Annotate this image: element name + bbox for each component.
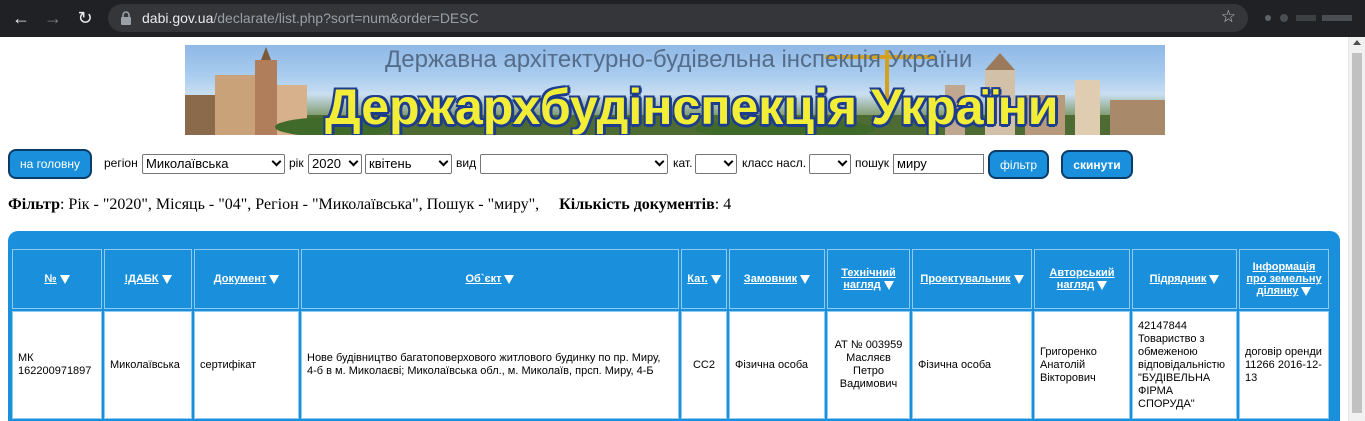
url-host: dabi.gov.ua (142, 10, 214, 26)
column-header-object[interactable]: Об`єкт (301, 249, 679, 309)
banner-subtitle: Державна архітектурно-будівельна інспекц… (385, 46, 973, 73)
header-banner: Державна архітектурно-будівельна інспекц… (185, 45, 1165, 135)
column-header-land-info[interactable]: Інформація про земельну ділянку (1239, 249, 1329, 309)
month-select-value: квітень (369, 156, 412, 171)
sort-arrow-icon[interactable] (800, 274, 811, 284)
region-label: регіон (104, 156, 138, 170)
cell-author-supervision: Григоренко Анатолій Вікторович (1034, 311, 1130, 419)
chevron-down-icon (654, 156, 665, 167)
filter-summary-label: Фільтр (8, 196, 60, 213)
forward-icon[interactable]: → (42, 7, 64, 29)
region-select[interactable]: Миколаївська (142, 154, 285, 174)
sort-arrow-icon[interactable] (269, 274, 280, 284)
chevron-down-icon (723, 156, 734, 167)
column-header-designer[interactable]: Проектувальник (912, 249, 1032, 309)
chevron-down-icon (271, 156, 282, 167)
month-select[interactable]: квітень (365, 154, 452, 174)
filter-button[interactable]: фільтр (988, 150, 1049, 179)
column-header-contractor[interactable]: Підрядник (1132, 249, 1237, 309)
region-select-value: Миколаївська (146, 156, 229, 171)
filter-summary-text: : Рік - "2020", Місяць - "04", Регіон - … (59, 196, 540, 213)
column-header-author-supervision[interactable]: Авторський нагляд (1034, 249, 1130, 309)
cell-land-info: договір оренди 11266 2016-12-13 (1239, 311, 1329, 419)
cell-number: МК 162200971897 (12, 311, 102, 419)
category-select[interactable] (695, 154, 737, 174)
year-label: рік (289, 156, 304, 170)
reload-icon[interactable]: ↻ (74, 7, 96, 29)
filter-summary: Фільтр: Рік - "2020", Місяць - "04", Рег… (8, 196, 731, 214)
sort-arrow-icon[interactable] (59, 274, 70, 284)
column-header-tech-supervision[interactable]: Технічний нагляд (827, 249, 910, 309)
document-count-label: Кількість документів (559, 196, 715, 213)
chevron-down-icon (438, 156, 449, 167)
table-row: МК 162200971897 Миколаївська сертифікат … (12, 311, 1329, 419)
search-input[interactable]: миру (893, 154, 984, 174)
home-button[interactable]: на головну (8, 149, 92, 179)
column-header-dabk[interactable]: !ДАБК (104, 249, 192, 309)
page-scrollbar[interactable] (1348, 37, 1365, 421)
cell-customer: Фізична особа (729, 311, 825, 419)
column-header-category[interactable]: Кат. (681, 249, 727, 309)
extensions-icon[interactable] (1262, 12, 1358, 24)
year-select[interactable]: 2020 (308, 154, 362, 174)
reset-button[interactable]: скинути (1061, 150, 1133, 179)
column-header-label: Проектувальник (920, 273, 1011, 285)
cell-contractor: 42147844 Товариство з обмеженою відповід… (1132, 311, 1237, 419)
column-header-number[interactable]: № (12, 249, 102, 309)
declarations-table: № !ДАБК Документ Об`єкт Кат. Замовник Те… (10, 247, 1331, 421)
column-header-label: !ДАБК (124, 273, 159, 285)
bookmark-star-icon[interactable]: ☆ (1221, 7, 1236, 27)
sort-arrow-icon[interactable] (504, 274, 515, 284)
sort-arrow-icon[interactable] (710, 274, 721, 284)
column-header-customer[interactable]: Замовник (729, 249, 825, 309)
back-icon[interactable]: ← (10, 7, 32, 29)
sort-arrow-icon[interactable] (161, 274, 172, 284)
type-label: вид (456, 156, 477, 170)
column-header-document[interactable]: Документ (194, 249, 299, 309)
column-header-label: Об`єкт (465, 273, 502, 285)
search-label: пошук (855, 156, 890, 170)
type-select[interactable] (480, 154, 668, 174)
class-select[interactable] (809, 154, 851, 174)
address-bar[interactable]: dabi.gov.ua/declarate/list.php?sort=num&… (108, 4, 1248, 32)
browser-toolbar: ← → ↻ dabi.gov.ua/declarate/list.php?sor… (0, 0, 1365, 37)
cell-tech-supervision: АТ № 003959 Масляєв Петро Вадимович (827, 311, 910, 419)
chevron-down-icon (837, 156, 848, 167)
document-count-value: : 4 (714, 196, 732, 213)
sort-arrow-icon[interactable] (1301, 286, 1312, 296)
sort-arrow-icon[interactable] (883, 280, 894, 290)
lock-icon (121, 11, 131, 25)
column-header-label: Документ (213, 273, 267, 285)
column-header-label: Підрядник (1149, 273, 1207, 285)
sort-arrow-icon[interactable] (1209, 274, 1220, 284)
cell-document: сертифікат (194, 311, 299, 419)
column-header-label: № (44, 273, 57, 285)
url-path: /declarate/list.php?sort=num&order=DESC (213, 10, 479, 26)
banner-title: Держархбудінспекція України (325, 79, 1059, 135)
sort-arrow-icon[interactable] (1013, 274, 1024, 284)
column-header-label: Замовник (743, 273, 798, 285)
year-select-value: 2020 (312, 156, 341, 171)
url-text: dabi.gov.ua/declarate/list.php?sort=num&… (142, 10, 479, 26)
chevron-down-icon (348, 156, 359, 167)
scrollbar-thumb[interactable] (1352, 53, 1362, 413)
category-label: кат. (673, 156, 693, 170)
scroll-up-icon[interactable] (1353, 40, 1361, 45)
class-label: класс насл. (742, 156, 807, 170)
column-header-label: Кат. (687, 273, 708, 285)
table-header-row: № !ДАБК Документ Об`єкт Кат. Замовник Те… (12, 249, 1329, 309)
cell-category: СС2 (681, 311, 727, 419)
cell-object: Нове будівництво багатоповерхового житло… (301, 311, 679, 419)
sort-arrow-icon[interactable] (1097, 280, 1108, 290)
cell-designer: Фізична особа (912, 311, 1032, 419)
cell-dabk: Миколаївська (104, 311, 192, 419)
